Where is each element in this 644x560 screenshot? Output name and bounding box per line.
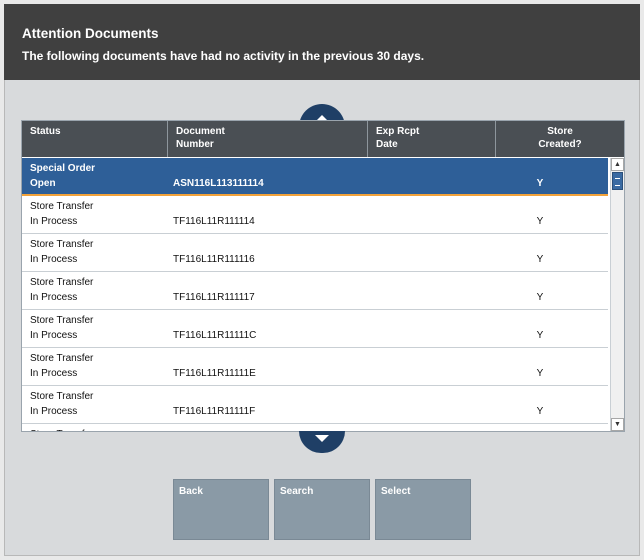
vertical-scrollbar[interactable]: ▲ ▼ [610, 158, 624, 431]
status-type: Store Transfer [30, 353, 94, 364]
column-header-store-created[interactable]: Store Created? [496, 121, 624, 157]
table-row[interactable]: Store Transfer In Process TF116L11R111114 Y [22, 196, 608, 234]
status-cell: Store Transfer In Process [30, 351, 93, 381]
document-number-cell: TF116L11R111114 [173, 216, 255, 227]
table-row[interactable]: Store Transfer In Process TF116L11R111116 Y [22, 234, 608, 272]
status-cell: Special Order Open [30, 161, 95, 191]
status-cell: Store Transfer In Process [30, 313, 93, 343]
scrollbar-thumb[interactable] [612, 172, 623, 190]
store-created-cell: Y [536, 216, 544, 227]
document-number-cell: ASN116L113111114 [173, 178, 264, 189]
status-type: Special Order [30, 163, 96, 174]
store-created-cell: Y [536, 406, 544, 417]
scrollbar-down-arrow-icon[interactable]: ▼ [611, 418, 624, 431]
status-state: In Process [30, 216, 78, 227]
search-button[interactable]: Search [274, 479, 370, 540]
scrollbar-up-arrow-icon[interactable]: ▲ [611, 158, 624, 171]
store-created-cell: Y [536, 178, 544, 189]
document-number-cell: TF116L11R11111F [173, 406, 256, 417]
status-cell: Store Transfer In Process [30, 199, 93, 229]
store-created-cell: Y [536, 368, 544, 379]
table-row[interactable]: Special Order Open ASN116L113111114 Y [22, 158, 608, 196]
table-row[interactable]: Store Transfer [22, 424, 608, 431]
column-header-document-number[interactable]: Document Number [168, 121, 368, 157]
documents-table: Status Document Number Exp Rcpt Date Sto… [21, 120, 625, 432]
status-type: Store Transfer [30, 277, 94, 288]
status-state: Open [30, 178, 56, 189]
select-button[interactable]: Select [375, 479, 471, 540]
page-subtitle: The following documents have had no acti… [22, 49, 425, 63]
store-created-cell: Y [536, 292, 544, 303]
status-cell: Store Transfer In Process [30, 389, 93, 419]
back-button[interactable]: Back [173, 479, 269, 540]
table-row[interactable]: Store Transfer In Process TF116L11R11111F Y [22, 386, 608, 424]
table-row[interactable]: Store Transfer In Process TF116L11R11111C Y [22, 310, 608, 348]
status-cell: Store Transfer In Process [30, 275, 93, 305]
table-row[interactable]: Store Transfer In Process TF116L11R11111E Y [22, 348, 608, 386]
chevron-down-icon [315, 435, 329, 442]
status-state: In Process [30, 406, 78, 417]
document-number-cell: TF116L11R11111E [173, 368, 256, 379]
table-body: Special Order Open ASN116L113111114 Y Store … [22, 158, 608, 431]
status-cell: Store Transfer In Process [30, 237, 93, 267]
store-created-cell: Y [536, 330, 544, 341]
document-number-cell: TF116L11R111116 [173, 254, 255, 265]
status-type: Store Transfer [30, 239, 94, 250]
status-type: Store Transfer [30, 429, 93, 431]
table-header: Status Document Number Exp Rcpt Date Sto… [22, 121, 624, 157]
status-state: In Process [30, 368, 78, 379]
document-number-cell: TF116L11R11111C [173, 330, 257, 341]
page-header: Attention Documents The following docume… [4, 4, 640, 80]
status-type: Store Transfer [30, 201, 94, 212]
document-number-cell: TF116L11R111117 [173, 292, 255, 303]
status-state: In Process [30, 330, 78, 341]
status-type: Store Transfer [30, 315, 94, 326]
table-row[interactable]: Store Transfer In Process TF116L11R111117 Y [22, 272, 608, 310]
status-state: In Process [30, 254, 78, 265]
page-title: Attention Documents [22, 26, 159, 41]
column-header-status[interactable]: Status [22, 121, 168, 157]
status-cell: Store Transfer [30, 427, 93, 431]
store-created-cell: Y [536, 254, 544, 265]
status-state: In Process [30, 292, 78, 303]
column-header-exp-rcpt-date[interactable]: Exp Rcpt Date [368, 121, 496, 157]
status-type: Store Transfer [30, 391, 94, 402]
